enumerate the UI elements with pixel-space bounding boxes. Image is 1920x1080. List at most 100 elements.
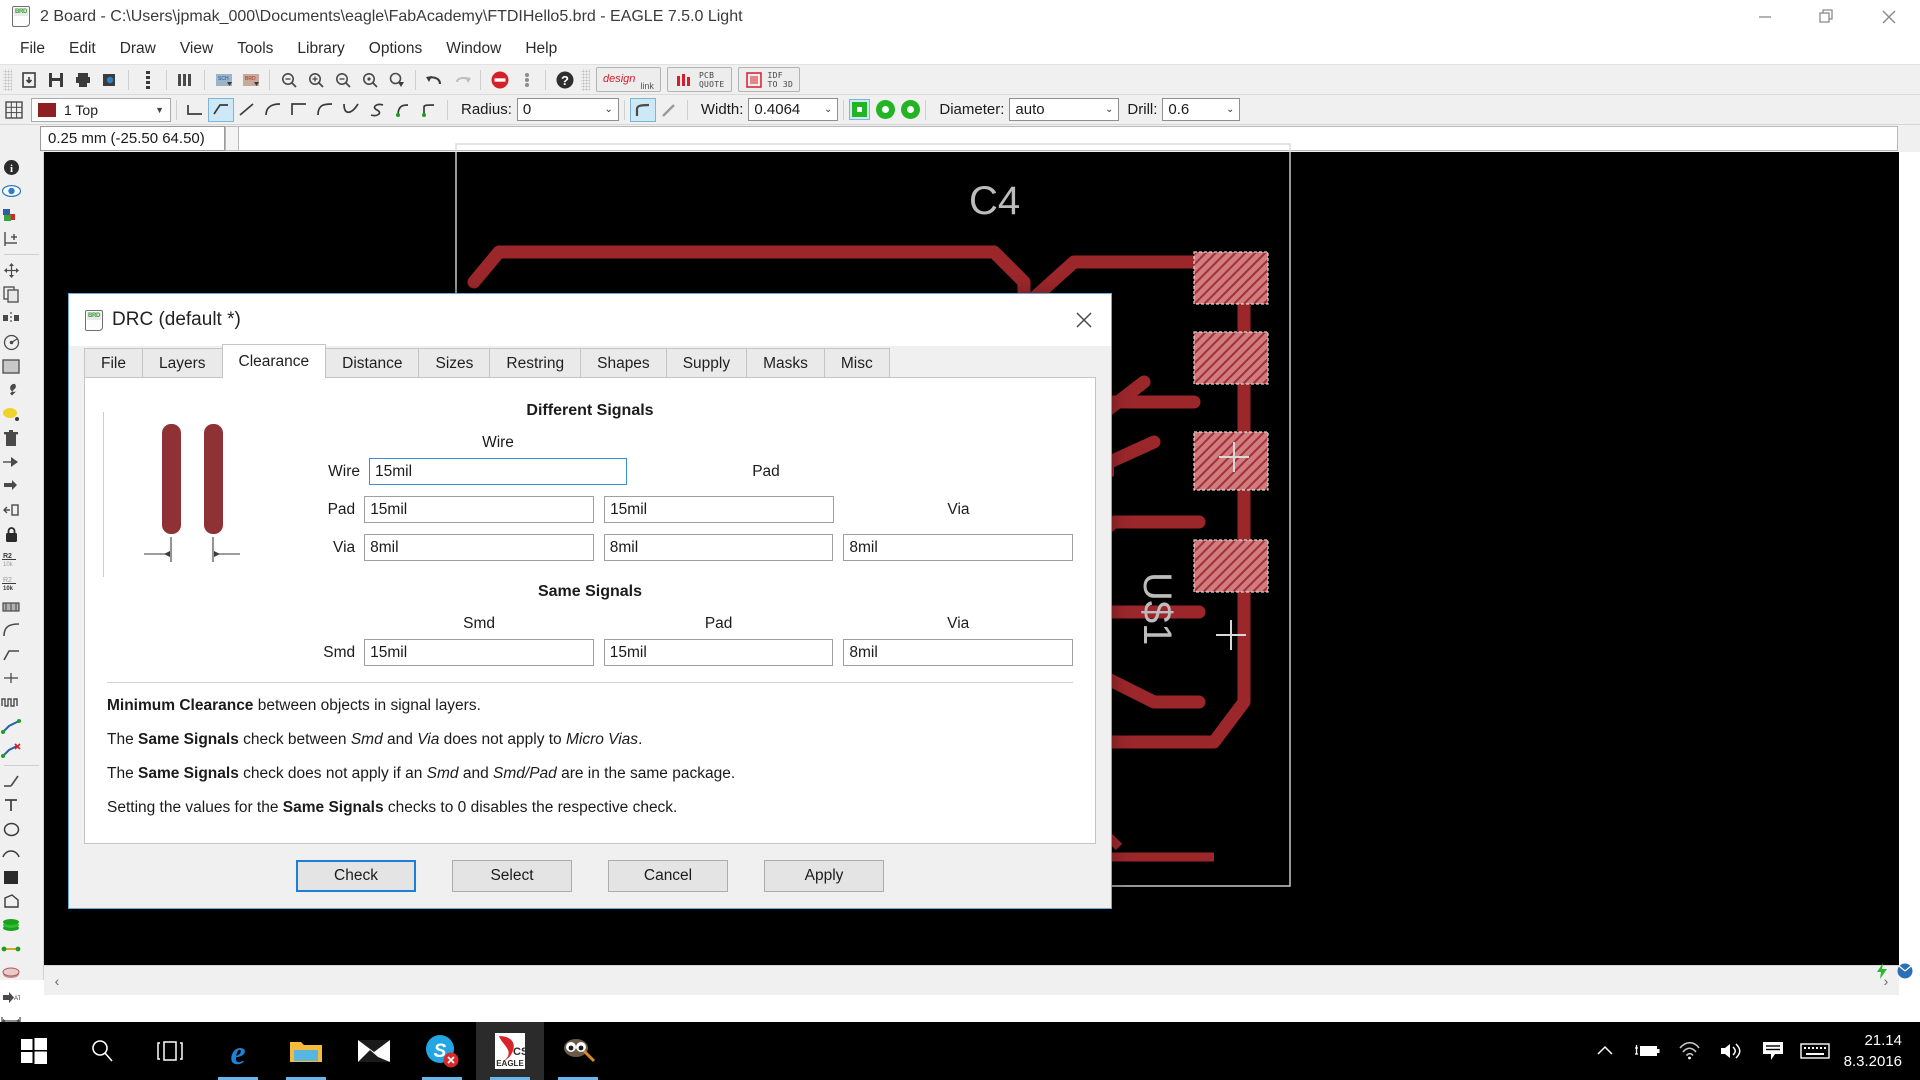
menu-file[interactable]: File [8,37,57,61]
tab-distance[interactable]: Distance [325,348,420,378]
canvas-horizontal-scrollbar[interactable]: ‹ › [44,965,1899,995]
rotate-icon[interactable] [0,330,22,354]
action-center-icon[interactable] [1752,1022,1794,1080]
lock-icon[interactable] [0,522,22,546]
smash-icon[interactable] [0,594,22,618]
change-wrench-icon[interactable] [0,378,22,402]
wire-bend-style-6[interactable] [338,98,364,122]
clearance-smd-via-input[interactable]: 8mil [843,639,1074,666]
value-icon[interactable]: R2 10k [0,570,22,594]
wire-icon[interactable] [0,769,22,793]
apply-button[interactable]: Apply [764,860,884,892]
attribute-icon[interactable]: AT [0,985,22,1009]
wire-bend-style-9[interactable] [416,98,442,122]
paste-icon[interactable] [0,402,22,426]
wifi-icon[interactable] [1668,1022,1710,1080]
zoom-select-icon[interactable] [383,67,410,92]
miter-chamfer-button[interactable] [656,98,682,122]
menu-draw[interactable]: Draw [108,37,168,61]
layer-select[interactable]: 1 Top ▼ [31,97,171,122]
route-icon[interactable] [0,714,22,738]
sch-icon[interactable]: SCH [210,67,237,92]
cancel-button[interactable]: Cancel [608,860,728,892]
volume-icon[interactable] [1710,1022,1752,1080]
toolbar-grip[interactable] [3,68,12,91]
via-icon[interactable] [0,913,22,937]
display-layers-icon[interactable] [0,203,22,227]
tab-restring[interactable]: Restring [489,348,582,378]
open-icon[interactable] [15,67,42,92]
restore-icon[interactable] [1796,0,1858,34]
tab-supply[interactable]: Supply [665,348,748,378]
keyboard-icon[interactable] [1794,1022,1836,1080]
signal-icon[interactable] [0,937,22,961]
brd-toolbar-icon[interactable]: BRD [237,67,264,92]
mark-icon[interactable] [0,227,22,251]
design-link-button[interactable]: design link [596,67,661,92]
layer-stack-icon[interactable] [134,67,161,92]
mail-icon[interactable] [340,1022,408,1080]
tab-misc[interactable]: Misc [823,348,890,378]
menu-window[interactable]: Window [434,37,513,61]
zoom-out-icon[interactable] [329,67,356,92]
redo-icon[interactable] [448,67,475,92]
clearance-via-wire-input[interactable]: 8mil [364,534,594,561]
menu-view[interactable]: View [168,37,225,61]
name-icon[interactable]: R2 10k [0,546,22,570]
rect-icon[interactable] [0,865,22,889]
delete-bin-icon[interactable] [0,426,22,450]
clearance-via-pad-input[interactable]: 8mil [603,534,834,561]
via-shape-square-button[interactable] [849,99,871,120]
tab-clearance[interactable]: Clearance [221,344,327,378]
grid-icon[interactable] [0,97,27,122]
info-icon[interactable]: i [0,155,22,179]
meander-icon[interactable] [0,690,22,714]
file-explorer-icon[interactable] [272,1022,340,1080]
help-icon[interactable]: ? [551,67,578,92]
search-icon[interactable] [68,1022,136,1080]
save-icon[interactable] [42,67,69,92]
print-icon[interactable] [69,67,96,92]
menu-library[interactable]: Library [285,37,356,61]
wire-bend-style-3[interactable] [260,98,286,122]
tab-sizes[interactable]: Sizes [418,348,491,378]
toolbar-grip-2[interactable] [581,68,590,91]
clearance-smd-smd-input[interactable]: 15mil [364,639,594,666]
radius-input[interactable]: 0 ⌄ [516,98,619,121]
wire-bend-style-8[interactable] [390,98,416,122]
move-icon[interactable] [0,258,22,282]
wire-bend-style-0[interactable] [182,98,208,122]
tab-shapes[interactable]: Shapes [580,348,667,378]
via-shape-round-button[interactable] [876,100,896,119]
add-part-icon[interactable] [0,450,22,474]
eagle-icon[interactable]: CS EAGLE [476,1022,544,1080]
show-hidden-icons-icon[interactable] [1584,1022,1626,1080]
minimize-icon[interactable] [1734,0,1796,34]
task-view-icon[interactable] [136,1022,204,1080]
edge-icon[interactable]: e [204,1022,272,1080]
via-shape-octagon-button[interactable] [901,100,921,119]
drill-input[interactable]: 0.6 ⌄ [1162,98,1241,121]
miter-icon[interactable] [0,618,22,642]
mirror-icon[interactable] [0,306,22,330]
print-preview-icon[interactable] [96,67,123,92]
tab-masks[interactable]: Masks [746,348,825,378]
menu-options[interactable]: Options [357,37,434,61]
clearance-smd-pad-input[interactable]: 15mil [603,639,834,666]
replace-icon[interactable] [0,498,22,522]
pin-swap-icon[interactable] [0,474,22,498]
undo-icon[interactable] [421,67,448,92]
scroll-left-icon[interactable]: ‹ [44,973,70,989]
more-options-icon[interactable] [513,67,540,92]
group-icon[interactable] [0,354,22,378]
width-input[interactable]: 0.4064 ⌄ [748,98,839,121]
zoom-in-icon[interactable] [302,67,329,92]
clearance-wire-wire-input[interactable]: 15mil [369,458,627,485]
circle-icon[interactable] [0,817,22,841]
clearance-pad-pad-input[interactable]: 15mil [604,496,834,523]
diameter-input[interactable]: auto ⌄ [1009,98,1120,121]
miter-round-button[interactable] [629,97,656,122]
start-icon[interactable] [0,1022,68,1080]
idf-to-3d-button[interactable]: IDF TO 3D [737,67,801,92]
text-icon[interactable] [0,793,22,817]
